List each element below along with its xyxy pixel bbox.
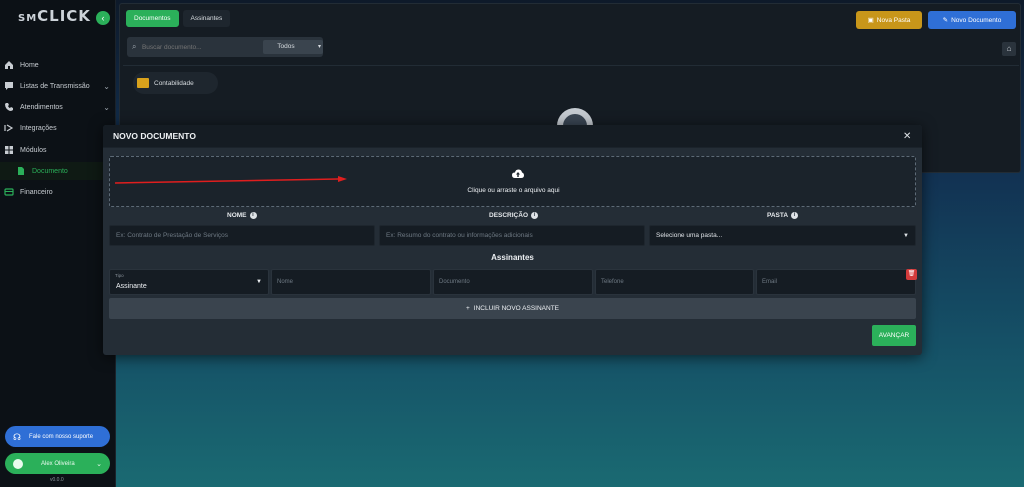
plus-icon: + <box>465 305 470 312</box>
new-folder-button[interactable]: ▣ Nova Pasta <box>856 11 922 29</box>
home-icon: ⌂ <box>1006 44 1012 53</box>
collapse-sidebar-button[interactable]: ‹ <box>96 11 110 25</box>
chevron-down-icon: ▾ <box>317 44 321 50</box>
cloud-upload-icon <box>512 169 524 179</box>
document-plus-icon: ✎ <box>942 17 949 24</box>
search-icon: ⌕ <box>132 42 137 51</box>
chat-icon <box>4 81 14 91</box>
description-label: DESCRIÇÃO i <box>489 212 539 219</box>
chevron-down-icon: ⌄ <box>103 81 110 91</box>
sidebar-item-modulos[interactable]: Módulos <box>0 141 116 159</box>
new-document-modal: NOVO DOCUMENTO ✕ Clique ou arraste o arq… <box>103 125 922 355</box>
divider <box>123 65 1019 66</box>
version-label: v0.0.0 <box>50 477 64 483</box>
info-icon: i <box>249 212 257 219</box>
signer-name-input[interactable]: Nome <box>271 269 431 295</box>
tabs: Documentos Assinantes <box>126 10 231 27</box>
support-button[interactable]: ☊ Fale com nosso suporte <box>5 426 110 447</box>
name-input[interactable]: Ex: Contrato de Prestação de Serviços <box>109 225 375 246</box>
sidebar-item-listas[interactable]: Listas de Transmissão ⌄ <box>0 77 116 95</box>
chevron-down-icon: ⌄ <box>96 460 102 468</box>
folder-select[interactable]: Selecione uma pasta... ▼ <box>649 225 916 246</box>
user-menu-button[interactable]: Alex Oliveira ⌄ <box>5 453 110 474</box>
signer-phone-input[interactable]: Telefone <box>595 269 754 295</box>
search-bar: ⌕ Todos ▾ <box>127 37 323 57</box>
chevron-down-icon: ⌄ <box>103 102 110 112</box>
document-icon <box>16 166 26 176</box>
caret-down-icon: ▼ <box>256 279 262 285</box>
annotation-arrow <box>114 176 347 184</box>
grid-icon <box>4 145 14 155</box>
tab-documentos[interactable]: Documentos <box>126 10 179 27</box>
logo: SMCLICK <box>18 7 91 25</box>
tab-assinantes[interactable]: Assinantes <box>182 10 231 27</box>
sidebar-item-financeiro[interactable]: Financeiro <box>0 183 116 201</box>
folder-plus-icon: ▣ <box>867 17 874 24</box>
sidebar-item-integracoes[interactable]: Integrações <box>0 119 116 137</box>
finance-icon <box>4 187 14 197</box>
sidebar-item-documento[interactable]: Documento <box>0 162 116 180</box>
signers-title: Assinantes <box>491 253 534 262</box>
delete-signer-button[interactable]: 🗑 <box>906 269 917 280</box>
signer-document-input[interactable]: Documento <box>433 269 593 295</box>
modal-title: NOVO DOCUMENTO <box>113 131 196 141</box>
new-document-button[interactable]: ✎ Novo Documento <box>928 11 1016 29</box>
sidebar-item-atendimentos[interactable]: Atendimentos ⌄ <box>0 98 116 116</box>
headset-icon: ☊ <box>13 431 21 442</box>
phone-icon <box>4 102 14 112</box>
plug-icon <box>4 123 14 133</box>
signer-email-input[interactable]: Email <box>756 269 916 295</box>
name-label: NOME i <box>227 212 257 219</box>
home-icon <box>4 60 14 70</box>
info-icon: i <box>791 212 799 219</box>
signer-type-select[interactable]: Tipo Assinante ▼ <box>109 269 269 295</box>
modal-header: NOVO DOCUMENTO ✕ <box>103 125 922 148</box>
next-button[interactable]: AVANÇAR <box>872 325 916 346</box>
trash-icon: 🗑 <box>907 271 916 277</box>
filter-select[interactable]: Todos ▾ <box>263 40 323 54</box>
avatar <box>13 458 23 469</box>
caret-down-icon: ▼ <box>903 232 909 239</box>
description-input[interactable]: Ex: Resumo do contrato ou informações ad… <box>379 225 645 246</box>
add-signer-button[interactable]: + INCLUIR NOVO ASSINANTE <box>109 298 916 319</box>
folder-label: PASTA i <box>767 212 799 219</box>
folder-item[interactable]: Contabilidade <box>133 72 218 94</box>
close-icon[interactable]: ✕ <box>903 131 911 142</box>
sidebar: SMCLICK ‹ Home Listas de Transmissão ⌄ A… <box>0 0 116 487</box>
sidebar-item-home[interactable]: Home <box>0 56 116 74</box>
search-input[interactable] <box>141 43 260 51</box>
home-folder-button[interactable]: ⌂ <box>1002 42 1016 56</box>
folder-icon <box>137 78 149 88</box>
info-icon: i <box>531 212 539 219</box>
